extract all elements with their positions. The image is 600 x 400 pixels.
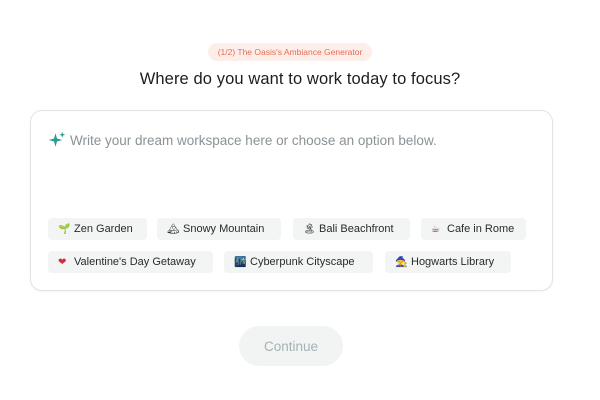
sparkle-icon — [48, 131, 66, 147]
option-zen-garden[interactable]: 🌱 Zen Garden — [48, 218, 147, 240]
option-label: Cyberpunk Cityscape — [250, 256, 355, 268]
island-icon: 🏝 — [303, 224, 316, 235]
step-badge: (1/2) The Oasis's Ambiance Generator — [208, 43, 372, 61]
option-valentines-day-getaway[interactable]: ❤ Valentine's Day Getaway — [48, 251, 213, 273]
continue-button[interactable]: Continue — [239, 326, 343, 366]
option-label: Cafe in Rome — [447, 223, 515, 235]
leaf-icon: 🌱 — [58, 224, 71, 235]
heart-icon: ❤ — [58, 257, 67, 268]
page-title: Where do you want to work today to focus… — [139, 70, 461, 88]
option-label: Bali Beachfront — [319, 223, 394, 235]
option-label: Zen Garden — [74, 223, 133, 235]
mountain-icon: 🏔 — [167, 224, 180, 235]
option-label: Snowy Mountain — [183, 223, 265, 235]
workspace-prompt-card: 🌱Zen Garden 🏔Snowy Mountain 🏝Bali Beachf… — [30, 110, 553, 291]
workspace-prompt-input[interactable] — [70, 128, 540, 152]
option-hogwarts-library[interactable]: 🧙 Hogwarts Library — [385, 251, 511, 273]
city-icon: 🌃 — [234, 257, 247, 268]
option-label: Hogwarts Library — [411, 256, 495, 268]
option-cyberpunk-cityscape[interactable]: 🌃 Cyberpunk Cityscape — [224, 251, 373, 273]
wizard-icon: 🧙 — [395, 257, 408, 268]
option-label: Valentine's Day Getaway — [74, 256, 196, 268]
option-cafe-in-rome[interactable]: ☕ Cafe in Rome — [421, 218, 526, 240]
option-bali-beachfront[interactable]: 🏝 Bali Beachfront — [293, 218, 410, 240]
option-snowy-mountain[interactable]: 🏔 Snowy Mountain — [157, 218, 281, 240]
coffee-icon: ☕ — [431, 224, 440, 235]
